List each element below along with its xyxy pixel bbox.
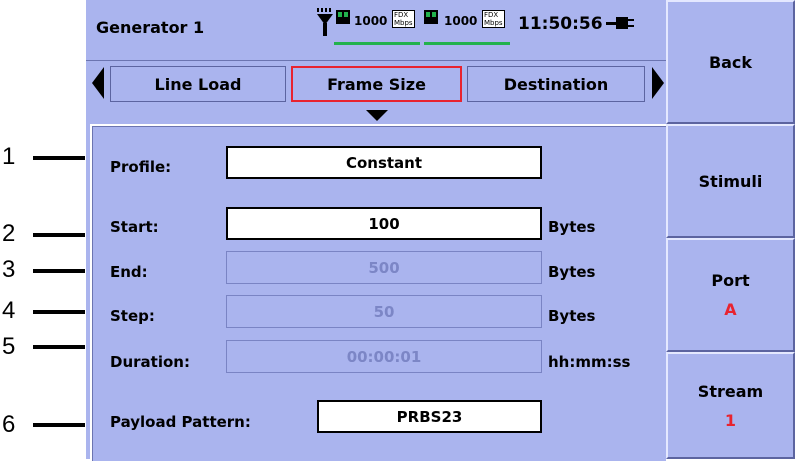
- frame-size-panel: Profile: Constant Start: 100 Bytes End: …: [90, 124, 666, 461]
- callout-line-4: [33, 310, 85, 314]
- active-tab-indicator-icon: [366, 110, 388, 121]
- port-button[interactable]: Port A: [666, 238, 795, 352]
- port1-speed: 1000: [354, 14, 388, 28]
- end-label: End:: [110, 263, 148, 281]
- device-screen: Generator 1 1000 FDXMbps 1000 FDXMbps: [86, 0, 795, 461]
- port-link-icon: [424, 10, 438, 24]
- duration-field[interactable]: 00:00:01: [226, 340, 542, 373]
- callout-3: 3: [2, 256, 16, 283]
- callout-2: 2: [2, 220, 16, 247]
- back-button-label: Back: [708, 52, 753, 72]
- port-link-icon: [336, 10, 350, 24]
- stream-button[interactable]: Stream 1: [666, 352, 795, 459]
- start-unit: Bytes: [548, 218, 596, 236]
- title-bar: Generator 1 1000 FDXMbps 1000 FDXMbps: [86, 0, 666, 61]
- payload-pattern-label: Payload Pattern:: [110, 413, 251, 431]
- duration-unit: hh:mm:ss: [548, 353, 631, 371]
- callout-line-3: [33, 269, 85, 273]
- callout-line-2: [33, 233, 85, 237]
- callout-line-6: [33, 423, 85, 427]
- payload-pattern-field[interactable]: PRBS23: [317, 400, 542, 433]
- start-label: Start:: [110, 218, 159, 236]
- window-title: Generator 1: [96, 18, 205, 37]
- end-unit: Bytes: [548, 263, 596, 281]
- callout-6: 6: [2, 411, 16, 438]
- port-button-label: Port: [711, 271, 750, 290]
- step-unit: Bytes: [548, 307, 596, 325]
- callout-4: 4: [2, 297, 16, 324]
- start-field[interactable]: 100: [226, 207, 542, 240]
- end-field[interactable]: 500: [226, 251, 542, 284]
- duration-label: Duration:: [110, 353, 190, 371]
- power-plug-icon: [606, 17, 634, 29]
- stimuli-button[interactable]: Stimuli: [666, 124, 795, 238]
- tab-scroll-right-icon[interactable]: [652, 67, 664, 99]
- tab-destination[interactable]: Destination: [467, 66, 645, 102]
- clock: 11:50:56: [518, 14, 603, 34]
- stream-button-label: Stream: [697, 381, 764, 401]
- back-button[interactable]: Back: [666, 0, 795, 124]
- step-field[interactable]: 50: [226, 295, 542, 328]
- callout-line-1: [33, 156, 85, 160]
- callout-5: 5: [2, 333, 16, 360]
- profile-field[interactable]: Constant: [226, 146, 542, 179]
- port2-link-bar: [424, 42, 510, 45]
- antenna-icon: [317, 8, 333, 36]
- callout-1: 1: [2, 143, 16, 170]
- port2-speed: 1000: [444, 14, 478, 28]
- tab-line-load[interactable]: Line Load: [110, 66, 286, 102]
- tab-frame-size[interactable]: Frame Size: [291, 66, 462, 102]
- tab-scroll-left-icon[interactable]: [92, 67, 104, 99]
- port1-link-bar: [334, 42, 420, 45]
- callout-line-5: [33, 345, 85, 349]
- stimuli-button-label: Stimuli: [698, 171, 763, 191]
- port2-duplex: FDX Mbps: [482, 10, 505, 28]
- step-label: Step:: [110, 307, 155, 325]
- port-value: A: [724, 300, 737, 319]
- port1-duplex: FDX Mbps: [392, 10, 415, 28]
- profile-label: Profile:: [110, 158, 172, 176]
- stream-value: 1: [724, 410, 737, 430]
